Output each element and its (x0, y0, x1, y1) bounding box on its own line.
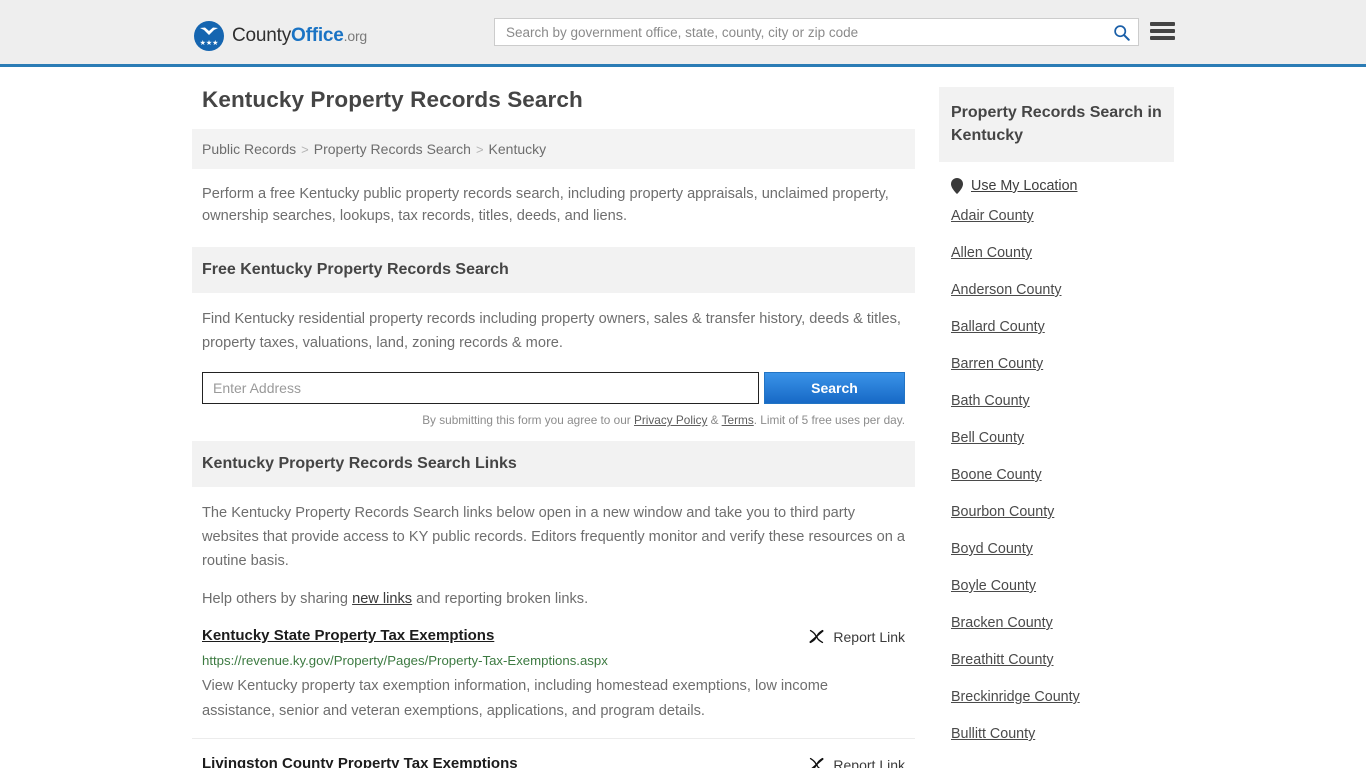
county-link-adair[interactable]: Adair County (951, 208, 1162, 224)
logo-text-county: County (232, 25, 292, 46)
new-links-link[interactable]: new links (352, 591, 412, 607)
county-link-bath[interactable]: Bath County (951, 393, 1162, 409)
sidebar: Property Records Search in Kentucky Use … (939, 87, 1174, 763)
use-my-location-label: Use My Location (971, 178, 1078, 194)
use-my-location-button[interactable]: Use My Location (939, 162, 1174, 194)
breadcrumb-item-public-records[interactable]: Public Records (202, 141, 296, 157)
privacy-policy-link[interactable]: Privacy Policy (634, 413, 707, 427)
county-link-ballard[interactable]: Ballard County (951, 319, 1162, 335)
logo-wordmark: CountyOffice.org (232, 25, 367, 47)
list-item: Livingston County Property Tax Exemption… (192, 739, 915, 768)
address-search-form: Search (202, 372, 905, 404)
resource-link-url[interactable]: https://revenue.ky.gov/Property/Pages/Pr… (202, 653, 905, 668)
countyoffice-logo-icon: ★★★ (194, 21, 224, 51)
disclaimer-amp: & (707, 413, 722, 427)
report-link-button[interactable]: Report Link (808, 627, 905, 645)
eagle-shield-icon (200, 27, 218, 35)
site-logo[interactable]: ★★★ CountyOffice.org (194, 21, 367, 51)
main-column: Kentucky Property Records Search Public … (192, 87, 915, 768)
page-title: Kentucky Property Records Search (202, 87, 583, 112)
county-link-barren[interactable]: Barren County (951, 356, 1162, 372)
disclaimer-prefix: By submitting this form you agree to our (422, 413, 634, 427)
link-entry-header: Livingston County Property Tax Exemption… (202, 755, 905, 768)
hamburger-menu-icon[interactable] (1150, 20, 1175, 42)
address-input[interactable] (202, 372, 759, 404)
sidebar-heading: Property Records Search in Kentucky (939, 87, 1174, 162)
resource-link-title[interactable]: Kentucky State Property Tax Exemptions (202, 627, 494, 644)
county-link-allen[interactable]: Allen County (951, 245, 1162, 261)
hamburger-bar (1150, 36, 1175, 40)
disclaimer-suffix: . Limit of 5 free uses per day. (753, 413, 905, 427)
logo-stars: ★★★ (199, 40, 219, 47)
search-icon (1113, 24, 1130, 41)
free-search-heading: Free Kentucky Property Records Search (192, 247, 915, 293)
county-link-anderson[interactable]: Anderson County (951, 282, 1162, 298)
header-search-input[interactable] (495, 19, 1104, 45)
page-intro-text: Perform a free Kentucky public property … (202, 186, 889, 224)
hamburger-bar (1150, 29, 1175, 33)
county-link-bullitt[interactable]: Bullitt County (951, 726, 1162, 742)
county-link-breckinridge[interactable]: Breckinridge County (951, 689, 1162, 705)
terms-link[interactable]: Terms (722, 413, 754, 427)
resource-link-title[interactable]: Livingston County Property Tax Exemption… (202, 755, 518, 768)
form-disclaimer: By submitting this form you agree to our… (202, 413, 905, 427)
link-entry-header: Kentucky State Property Tax Exemptions R… (202, 627, 905, 645)
help-prefix: Help others by sharing (202, 591, 353, 607)
resource-link-description: View Kentucky property tax exemption inf… (202, 678, 828, 719)
links-section-help: Help others by sharing new links and rep… (192, 573, 915, 611)
county-link-bell[interactable]: Bell County (951, 430, 1162, 446)
breadcrumb-separator: > (475, 142, 484, 157)
header-search-bar[interactable] (494, 18, 1139, 46)
county-link-breathitt[interactable]: Breathitt County (951, 652, 1162, 668)
report-link-button[interactable]: Report Link (808, 755, 905, 768)
hamburger-bar (1150, 22, 1175, 26)
logo-text-office: Office (291, 25, 344, 46)
county-list: Adair County Allen County Anderson Count… (939, 208, 1174, 742)
site-header: ★★★ CountyOffice.org (0, 0, 1366, 67)
links-section-heading: Kentucky Property Records Search Links (192, 441, 915, 487)
links-section-paragraph: The Kentucky Property Records Search lin… (202, 505, 906, 569)
map-pin-icon (951, 178, 963, 194)
header-search-button[interactable] (1104, 19, 1138, 45)
content-wrapper: Kentucky Property Records Search Public … (192, 87, 1174, 768)
county-link-boyle[interactable]: Boyle County (951, 578, 1162, 594)
broken-link-icon (809, 629, 824, 644)
report-link-label: Report Link (833, 628, 905, 645)
free-search-description: Find Kentucky residential property recor… (202, 311, 901, 351)
breadcrumb-item-kentucky[interactable]: Kentucky (489, 141, 547, 157)
page-body: Kentucky Property Records Search Public … (0, 67, 1366, 768)
broken-link-icon (810, 757, 824, 768)
county-link-boone[interactable]: Boone County (951, 467, 1162, 483)
help-suffix: and reporting broken links. (412, 591, 589, 607)
address-search-button[interactable]: Search (764, 372, 905, 404)
list-item: Kentucky State Property Tax Exemptions R… (192, 611, 915, 739)
breadcrumb-separator: > (301, 142, 309, 157)
report-link-label: Report Link (833, 756, 905, 768)
county-link-bracken[interactable]: Bracken County (951, 615, 1162, 631)
logo-text-org: .org (343, 28, 368, 44)
county-link-bourbon[interactable]: Bourbon County (951, 504, 1162, 520)
county-link-boyd[interactable]: Boyd County (951, 541, 1162, 557)
breadcrumb: Public Records > Property Records Search > K… (192, 129, 915, 169)
breadcrumb-item-property-records-search[interactable]: Property Records Search (314, 141, 471, 157)
